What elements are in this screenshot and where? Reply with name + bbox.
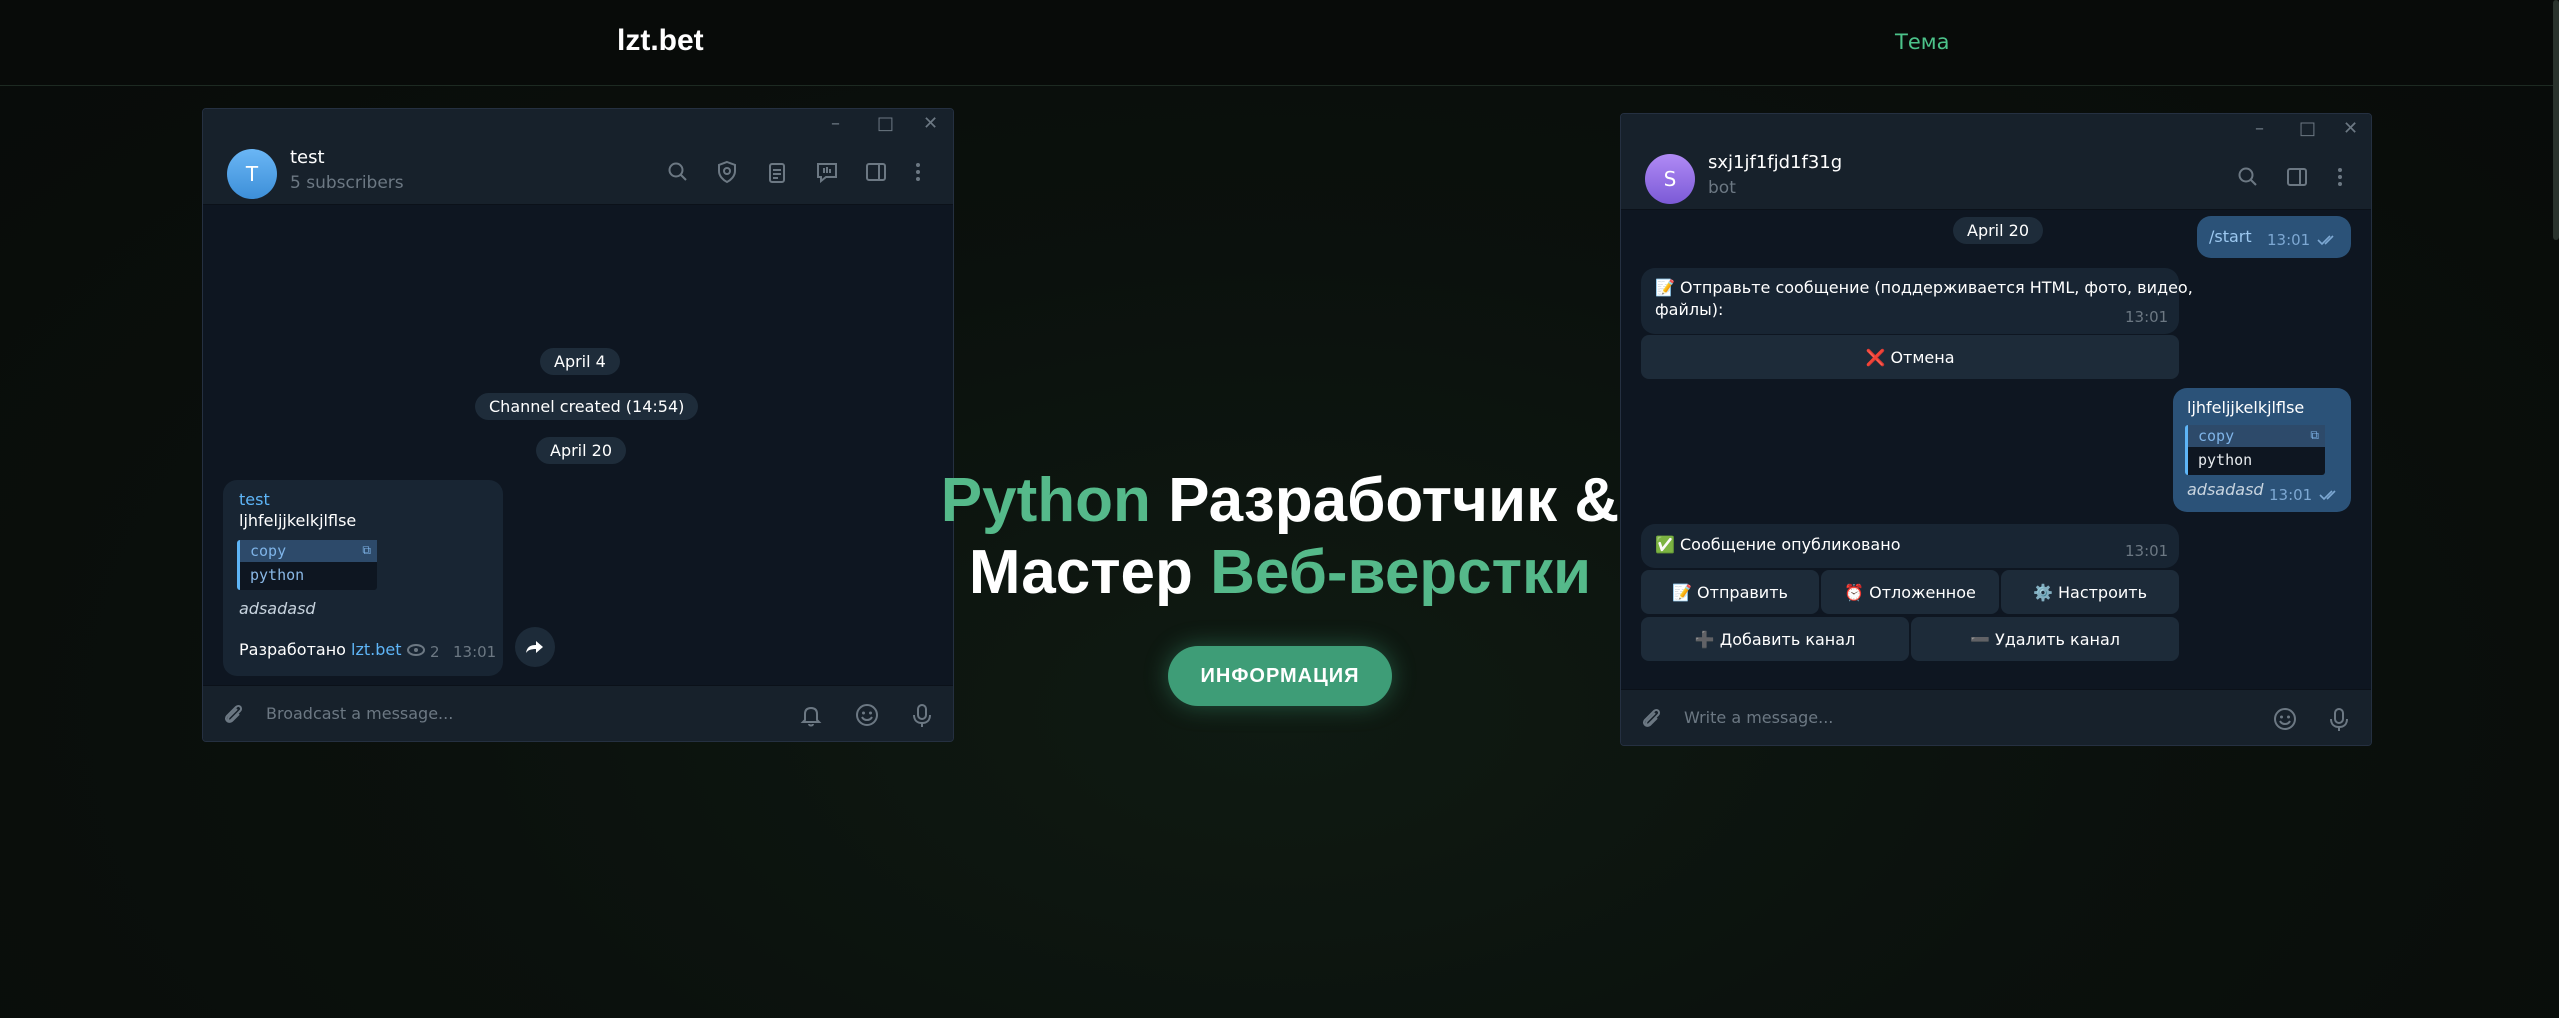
composer: Broadcast a message... [203, 685, 953, 741]
mic-icon[interactable] [908, 701, 936, 729]
message-text: 📝 Отправьте сообщение (поддерживается HT… [1655, 277, 2193, 321]
more-icon[interactable] [2327, 164, 2353, 190]
bot-window: – □ ✕ S sxj1jf1fjd1f31g bot April 20 /st… [1620, 113, 2372, 746]
sidebar-icon[interactable] [2284, 164, 2310, 190]
search-icon[interactable] [2235, 164, 2261, 190]
hero-heading: Python Разработчик & Мастер Веб-верстки [900, 465, 1660, 609]
window-titlebar: – □ ✕ [1621, 114, 2371, 144]
message-text-line: 📝 Отправьте сообщение (поддерживается HT… [1655, 278, 2193, 297]
window-titlebar: – □ ✕ [203, 109, 953, 139]
outgoing-message[interactable]: ljhfeljjkelkjlflse copy ⧉ python adsadas… [2173, 388, 2351, 512]
code-block[interactable]: copy ⧉ python [237, 540, 377, 590]
composer: Write a message... [1621, 689, 2371, 745]
message-time: 13:01 [2267, 231, 2311, 249]
message-time: 13:01 [2125, 308, 2169, 326]
maximize-icon[interactable]: □ [2299, 118, 2316, 139]
mic-icon[interactable] [2325, 705, 2353, 733]
service-message: Channel created (14:54) [475, 393, 699, 420]
delayed-button[interactable]: ⏰ Отложенное [1821, 570, 1999, 614]
post-text: ljhfeljjkelkjlflse [239, 511, 357, 530]
minimize-icon[interactable]: – [831, 113, 840, 134]
top-bar: lzt.bet Тема [0, 0, 2559, 86]
chat-title: sxj1jf1fjd1f31g [1708, 152, 1843, 173]
message-input[interactable]: Broadcast a message... [266, 704, 453, 723]
bell-icon[interactable] [797, 701, 825, 729]
avatar[interactable]: T [227, 149, 277, 199]
chat-subtitle: 5 subscribers [290, 173, 404, 193]
chat-history[interactable]: April 20 /start 13:01 📝 Отправьте сообще… [1621, 210, 2371, 690]
copy-icon[interactable]: ⧉ [362, 543, 371, 558]
message-input[interactable]: Write a message... [1684, 708, 1833, 727]
hero-master: Мастер [968, 538, 1211, 607]
message-text: /start [2209, 227, 2252, 246]
hero-line-2: Мастер Веб-верстки [900, 537, 1660, 609]
forward-icon[interactable] [515, 627, 555, 667]
emoji-icon[interactable] [2271, 705, 2299, 733]
message-time: 13:01 [2269, 486, 2313, 504]
channel-window: – □ ✕ T test 5 subscribers April 4 Chann… [202, 108, 954, 742]
chat-header[interactable]: S sxj1jf1fjd1f31g bot [1621, 144, 2371, 210]
message-text-line: файлы): [1655, 300, 1724, 319]
post-time: 13:01 [453, 643, 497, 661]
chat-title: test [290, 147, 325, 168]
post-footer: Разработано lzt.bet [239, 640, 402, 659]
code-text: python [2198, 451, 2253, 469]
close-icon[interactable]: ✕ [923, 113, 938, 134]
add-channel-button[interactable]: ➕ Добавить канал [1641, 617, 1909, 661]
info-button[interactable]: ИНФОРМАЦИЯ [1168, 646, 1392, 706]
clipboard-icon[interactable] [764, 159, 790, 185]
stats-icon[interactable] [814, 159, 840, 185]
chat-header[interactable]: T test 5 subscribers [203, 139, 953, 205]
nav-theme-link[interactable]: Тема [1895, 30, 1949, 54]
search-icon[interactable] [665, 159, 691, 185]
message-italic-text: adsadasd [2187, 480, 2264, 499]
attach-icon[interactable] [1637, 705, 1665, 733]
incoming-message[interactable]: ✅ Сообщение опубликовано 13:01 [1641, 524, 2179, 568]
post-views: 2 [430, 643, 440, 661]
code-text: python [250, 566, 305, 584]
send-button[interactable]: 📝 Отправить [1641, 570, 1819, 614]
channel-post[interactable]: test ljhfeljjkelkjlflse copy ⧉ python ad… [223, 480, 503, 676]
post-footer-link[interactable]: lzt.bet [351, 640, 401, 659]
avatar[interactable]: S [1645, 154, 1695, 204]
emoji-icon[interactable] [853, 701, 881, 729]
code-copy-label[interactable]: copy [2188, 425, 2325, 447]
page-scrollbar[interactable] [2553, 0, 2559, 240]
cancel-button[interactable]: ❌ Отмена [1641, 335, 2179, 379]
date-pill: April 20 [1953, 217, 2044, 244]
message-text: ✅ Сообщение опубликовано [1655, 535, 1901, 554]
code-block[interactable]: copy ⧉ python [2185, 425, 2325, 475]
hero-webdev: Веб-верстки [1210, 538, 1592, 607]
more-icon[interactable] [905, 159, 931, 185]
eye-icon [406, 643, 426, 657]
hero-line-1: Python Разработчик & [900, 465, 1660, 537]
chat-subtitle: bot [1708, 178, 1736, 198]
code-copy-label[interactable]: copy [240, 540, 377, 562]
hero-developer: Разработчик & [1150, 466, 1620, 535]
settings-button[interactable]: ⚙️ Настроить [2001, 570, 2179, 614]
outgoing-message[interactable]: /start 13:01 [2197, 216, 2351, 258]
maximize-icon[interactable]: □ [877, 113, 894, 134]
hero-python: Python [940, 466, 1151, 535]
shield-icon[interactable] [714, 159, 740, 185]
copy-icon[interactable]: ⧉ [2310, 428, 2319, 443]
check-double-icon [2317, 234, 2339, 246]
remove-channel-button[interactable]: ➖ Удалить канал [1911, 617, 2179, 661]
date-pill: April 20 [536, 437, 627, 464]
post-sender: test [239, 490, 270, 509]
site-logo[interactable]: lzt.bet [617, 24, 704, 58]
post-italic-text: adsadasd [239, 599, 316, 618]
minimize-icon[interactable]: – [2255, 118, 2264, 139]
check-double-icon [2319, 489, 2341, 501]
date-pill: April 4 [540, 348, 620, 375]
incoming-message[interactable]: 📝 Отправьте сообщение (поддерживается HT… [1641, 268, 2193, 334]
sidebar-icon[interactable] [863, 159, 889, 185]
message-time: 13:01 [2125, 542, 2169, 560]
attach-icon[interactable] [219, 701, 247, 729]
message-text: ljhfeljjkelkjlflse [2187, 398, 2305, 417]
chat-history[interactable]: April 4 Channel created (14:54) April 20… [203, 205, 953, 687]
close-icon[interactable]: ✕ [2343, 118, 2358, 139]
post-footer-prefix: Разработано [239, 640, 352, 659]
